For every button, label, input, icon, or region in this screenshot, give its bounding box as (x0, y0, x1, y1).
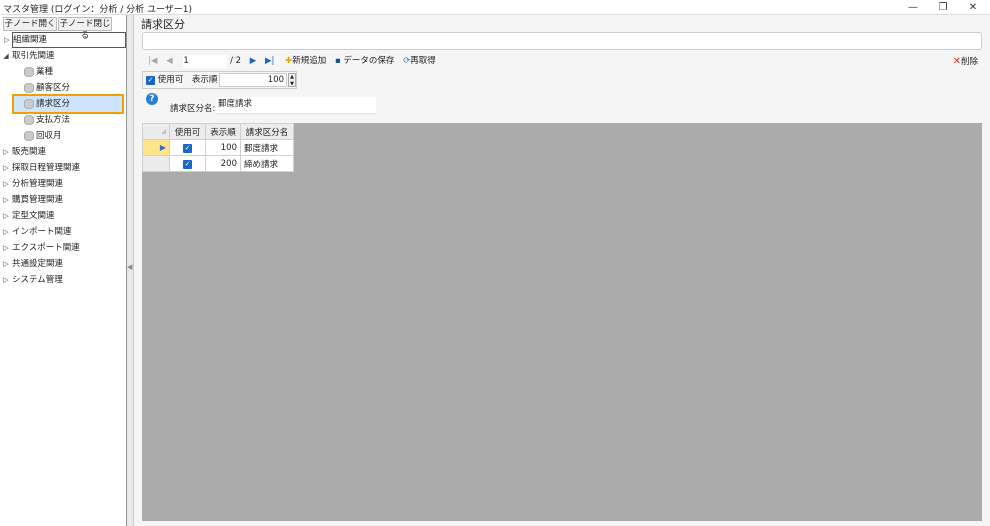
database-icon (24, 82, 34, 93)
tree-node-label: 分析管理関連 (12, 179, 64, 189)
close-button[interactable]: ✕ (958, 0, 988, 15)
tree-node-label: 支払方法 (36, 115, 71, 125)
save-button[interactable]: ▪ データの保存 (335, 56, 394, 66)
order-spinner[interactable]: ▲ ▼ (288, 73, 296, 87)
tree-node[interactable]: ▷ エクスポート関連 (0, 240, 126, 256)
name-input[interactable]: 郵度請求 (216, 97, 376, 114)
order-cell[interactable]: 200 (205, 155, 241, 172)
expand-arrow-icon[interactable]: ◢ (0, 48, 12, 64)
collapse-children-button[interactable]: 子ノード閉じる (58, 17, 112, 41)
tree-node[interactable]: 顧客区分 (0, 80, 126, 96)
database-icon (24, 114, 34, 125)
tree-node[interactable]: ▷ 共通設定関連 (0, 256, 126, 272)
tree-node-label: 組織関連 (13, 35, 48, 45)
expand-arrow-icon[interactable]: ▷ (0, 224, 12, 240)
tree-node-label: 取引先関連 (12, 51, 55, 61)
tree-node[interactable]: 業種 (0, 64, 126, 80)
expand-arrow-icon[interactable]: ▷ (0, 240, 12, 256)
tree-node[interactable]: 支払方法 (0, 112, 126, 128)
tree-node[interactable]: ◢ 取引先関連 (0, 48, 126, 64)
filter-bar: ✓ 使用可 表示順 100 ▲ ▼ (142, 71, 297, 89)
tree-node-label: 定型文関連 (12, 211, 55, 221)
select-all-corner[interactable]: ◢ (142, 123, 170, 140)
enabled-checkbox[interactable]: ✓ (183, 143, 192, 153)
name-label: 請求区分名: (170, 104, 216, 114)
tree-node-label: 業種 (36, 67, 54, 77)
tree-node[interactable]: ▷ システム管理 (0, 272, 126, 288)
tree-node[interactable]: ▷ 定型文関連 (0, 208, 126, 224)
tree-node-label: 顧客区分 (36, 83, 71, 93)
expand-arrow-icon[interactable]: ▷ (0, 144, 12, 160)
floppy-icon: ▪ (334, 56, 341, 66)
enabled-checkbox[interactable]: ✓ (183, 159, 192, 169)
column-header[interactable]: 請求区分名 (240, 123, 294, 140)
tree-node[interactable]: ▷ 採取日程管理関連 (0, 160, 126, 176)
window-title: マスタ管理 (ログイン：分析 / 分析 ユーザー1) (3, 5, 193, 15)
tree-node[interactable]: 請求区分 (12, 94, 124, 114)
search-input[interactable] (142, 32, 982, 50)
name-cell[interactable]: 締め請求 (240, 155, 294, 172)
tree-node[interactable]: ▷ 組織関連 (4, 32, 126, 48)
expand-arrow-icon[interactable]: ▷ (1, 33, 13, 47)
minimize-button[interactable]: — (898, 0, 928, 15)
first-page-button[interactable]: |◀ (148, 56, 157, 66)
expand-children-button[interactable]: 子ノード開く (3, 17, 57, 31)
add-button[interactable]: ✚新規追加 (285, 56, 326, 66)
tree-panel: 子ノード開く 子ノード閉じる ▷ 組織関連 ◢ 取引先関連 業種 顧客区分 請求区分 支払方法… (0, 15, 127, 526)
restore-button[interactable]: ❐ (928, 0, 958, 15)
title-bar: マスタ管理 (ログイン：分析 / 分析 ユーザー1) — ❐ ✕ (0, 0, 990, 15)
expand-arrow-icon[interactable]: ▷ (0, 272, 12, 288)
tree-node[interactable]: ▷ 分析管理関連 (0, 176, 126, 192)
tree-node-label: 販売関連 (12, 147, 47, 157)
tree-node[interactable]: ▷ インポート関連 (0, 224, 126, 240)
expand-arrow-icon[interactable]: ▷ (0, 256, 12, 272)
expand-arrow-icon[interactable]: ▷ (0, 192, 12, 208)
navigator-toolbar: |◀ ◀ 1 / 2 ▶ ▶| ✚新規追加 ▪ データの保存 ⟳再取得 ✕削除 (142, 55, 982, 68)
database-icon (24, 66, 34, 77)
order-filter-label: 表示順 (191, 75, 218, 85)
prev-page-button[interactable]: ◀ (166, 56, 173, 66)
current-row-indicator[interactable]: ▶ (142, 139, 170, 156)
x-icon: ✕ (952, 56, 961, 67)
expand-arrow-icon[interactable]: ▷ (0, 176, 12, 192)
data-grid: ◢ 使用可 表示順 請求区分名 ▶ ✓ 100 郵度請求 ✓ 200 締め請求 (142, 123, 982, 521)
enabled-filter-label: 使用可 (157, 75, 184, 85)
tree-node[interactable]: ▷ 販売関連 (0, 144, 126, 160)
tree-node-label: 共通設定関連 (12, 259, 64, 269)
database-icon (24, 130, 34, 141)
page-title: 請求区分 (141, 18, 185, 31)
reload-button[interactable]: ⟳再取得 (403, 56, 436, 66)
tree-node-label: 採取日程管理関連 (12, 163, 81, 173)
column-header[interactable]: 表示順 (205, 123, 241, 140)
order-filter-input[interactable]: 100 (219, 73, 287, 87)
tree-node-label: 請求区分 (36, 99, 71, 109)
tree-node-label: 回収月 (36, 131, 62, 141)
page-input[interactable]: 1 (183, 55, 228, 68)
tree-node[interactable]: 回収月 (0, 128, 126, 144)
expand-arrow-icon[interactable]: ▷ (0, 208, 12, 224)
tree-node[interactable]: ▷ 購買管理関連 (0, 192, 126, 208)
table-row[interactable]: ✓ 200 締め請求 (142, 155, 294, 172)
page-total: / 2 (230, 56, 242, 66)
main-panel: 請求区分 |◀ ◀ 1 / 2 ▶ ▶| ✚新規追加 ▪ データの保存 ⟳再取得… (133, 15, 990, 526)
delete-button[interactable]: ✕削除 (953, 55, 978, 69)
database-icon (24, 98, 34, 109)
tree-node-label: インポート関連 (12, 227, 72, 237)
enabled-filter-checkbox[interactable]: ✓ (146, 76, 155, 85)
name-cell[interactable]: 郵度請求 (240, 139, 294, 156)
help-icon[interactable]: ? (146, 93, 158, 105)
table-row[interactable]: ▶ ✓ 100 郵度請求 (142, 139, 294, 156)
expand-arrow-icon[interactable]: ▷ (0, 160, 12, 176)
tree-node-label: エクスポート関連 (12, 243, 80, 253)
row-header[interactable] (142, 155, 170, 172)
order-cell[interactable]: 100 (205, 139, 241, 156)
column-header[interactable]: 使用可 (169, 123, 206, 140)
next-page-button[interactable]: ▶ (250, 56, 257, 66)
tree-node-label: システム管理 (12, 275, 63, 285)
tree-node-label: 購買管理関連 (12, 195, 64, 205)
last-page-button[interactable]: ▶| (265, 56, 274, 66)
